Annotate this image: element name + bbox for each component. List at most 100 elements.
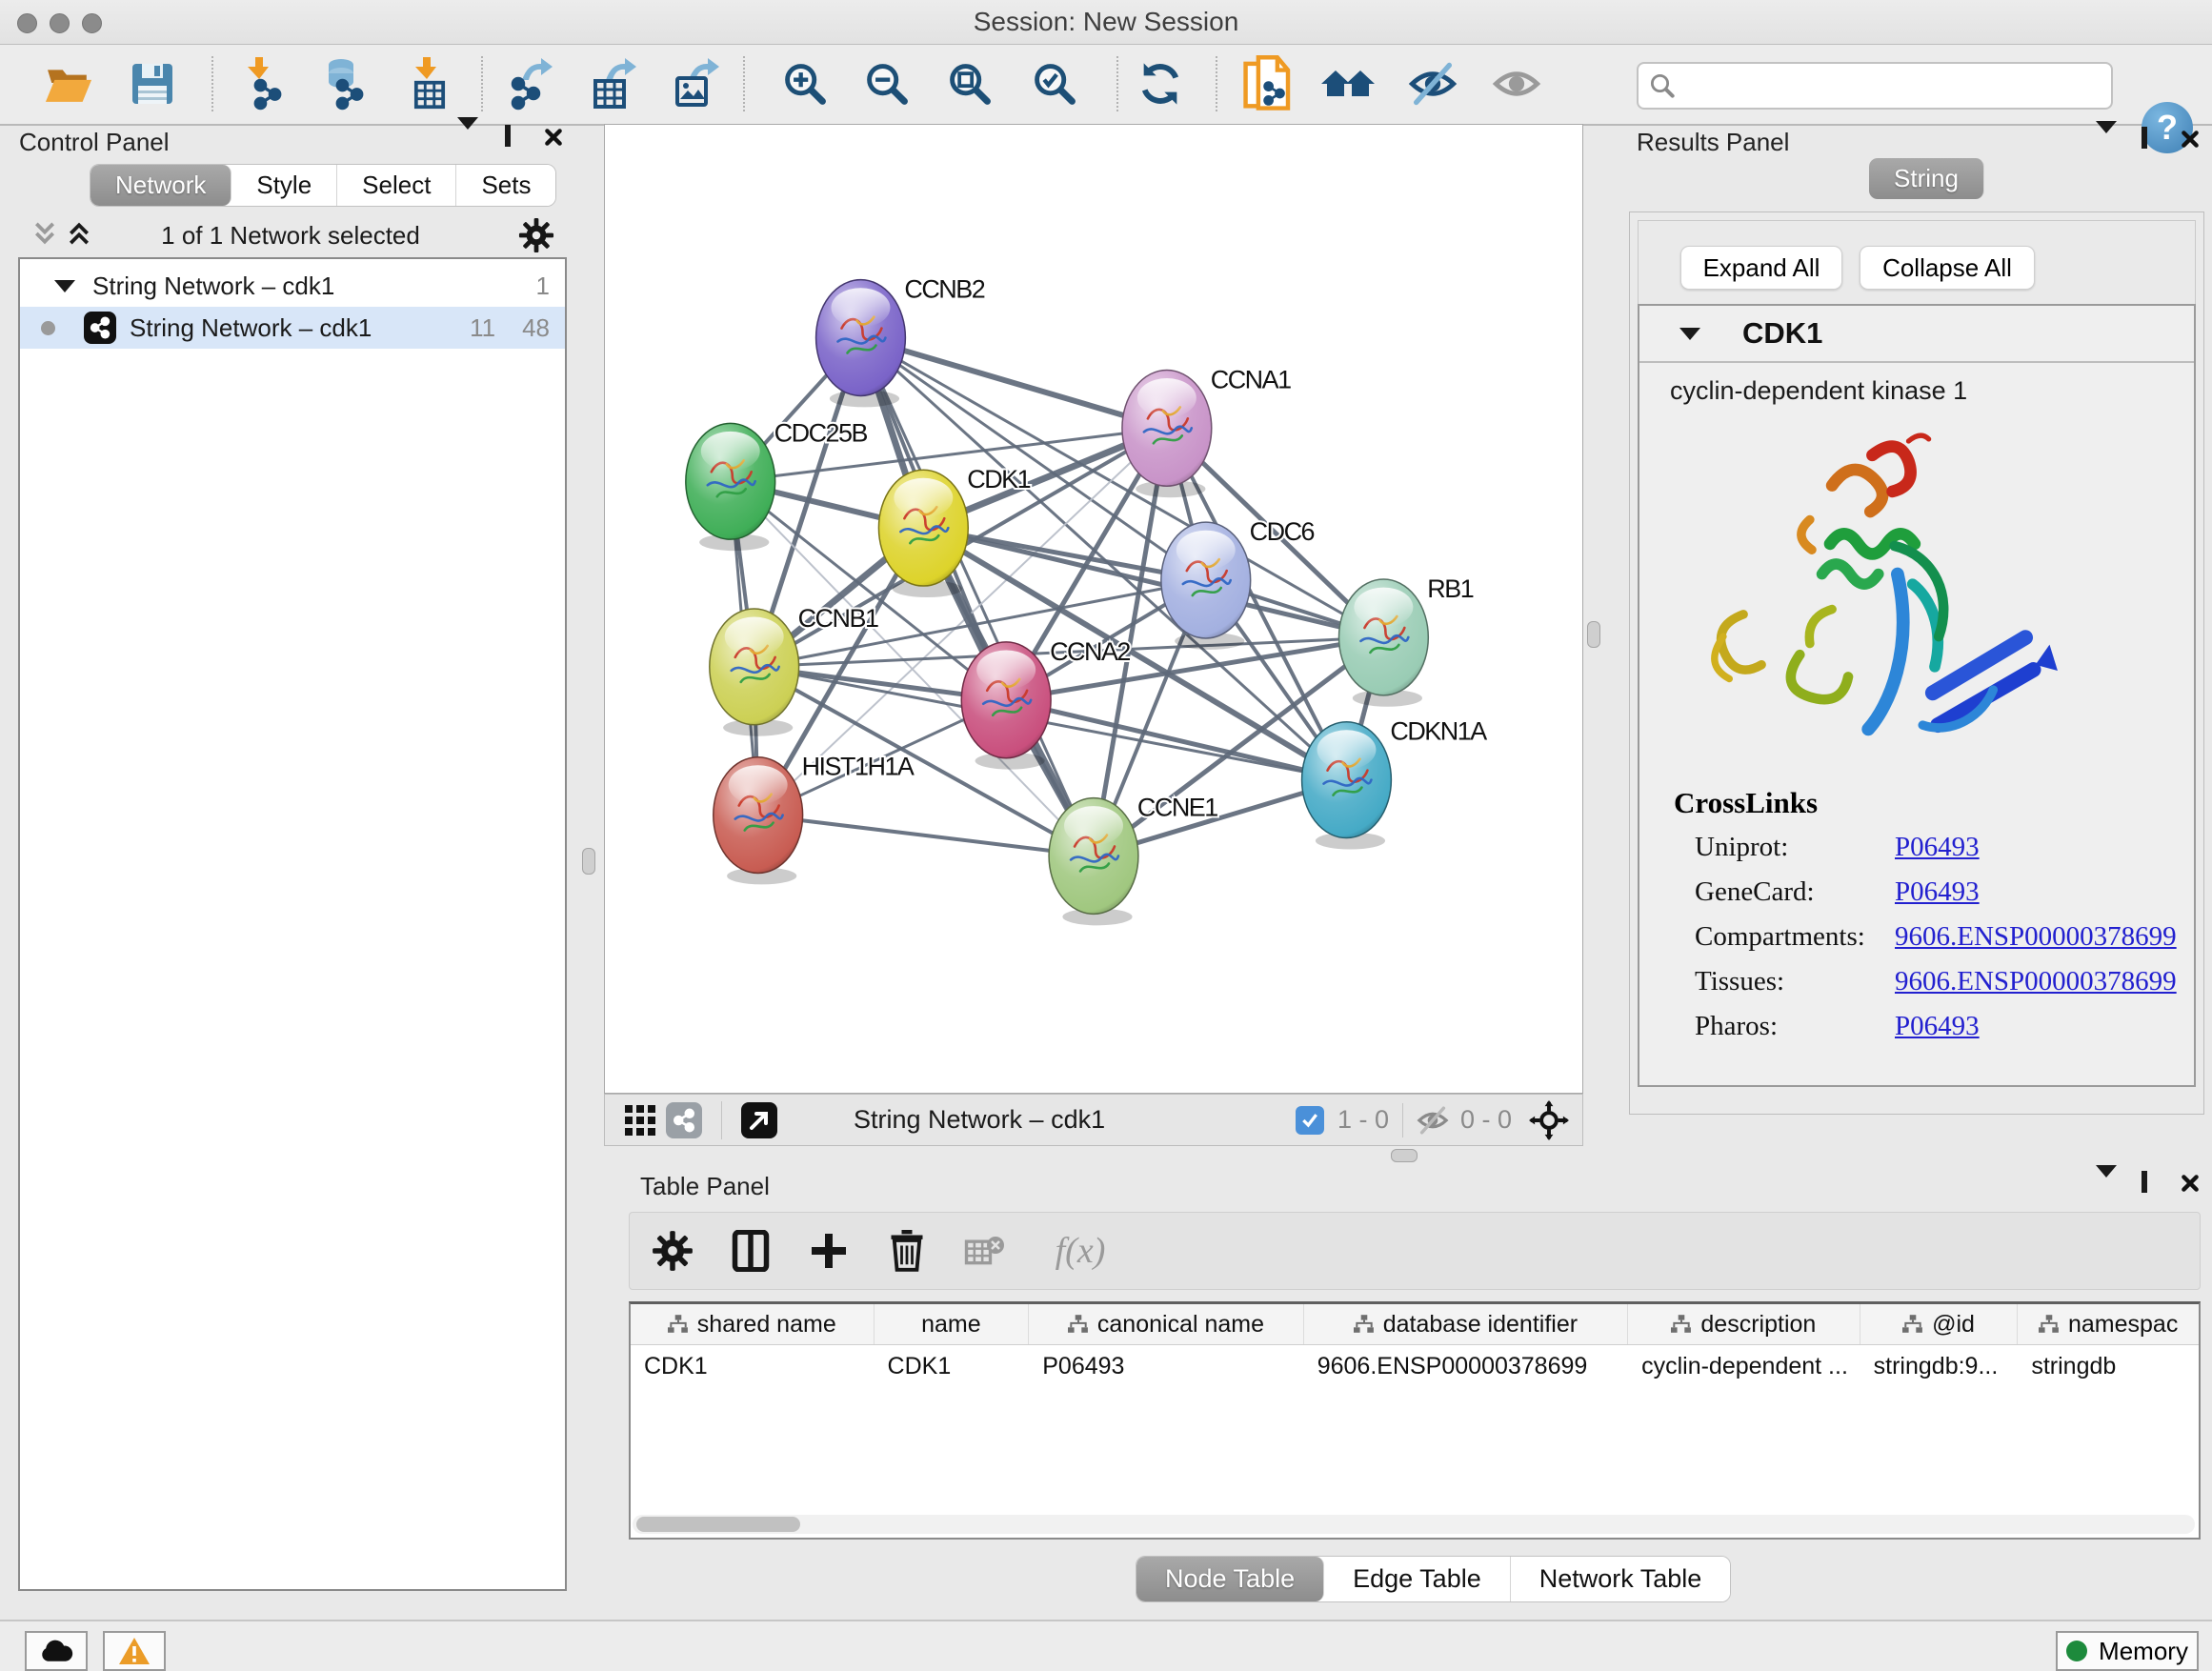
clone-network-button[interactable]: [1240, 52, 1297, 115]
network-style-button[interactable]: [662, 1098, 706, 1142]
column-type-icon: [668, 1315, 689, 1334]
tab-network-table[interactable]: Network Table: [1511, 1557, 1731, 1601]
open-session-button[interactable]: [40, 52, 97, 115]
crosslink-label: GeneCard:: [1695, 876, 1895, 908]
scrollbar-thumb[interactable]: [636, 1517, 800, 1532]
tab-node-table[interactable]: Node Table: [1136, 1557, 1324, 1601]
tab-sets[interactable]: Sets: [456, 165, 555, 206]
expand-all-button[interactable]: Expand All: [1680, 246, 1842, 290]
network-node-CDC6[interactable]: [1161, 522, 1251, 650]
control-panel-close-button[interactable]: [537, 124, 570, 151]
results-panel-float-button[interactable]: [2142, 130, 2147, 147]
export-image-button[interactable]: [668, 52, 725, 115]
add-column-button[interactable]: [803, 1225, 855, 1277]
collapse-all-networks-button[interactable]: [32, 221, 57, 251]
network-collection-row[interactable]: String Network – cdk1 1: [20, 265, 565, 307]
network-canvas[interactable]: CCNB2CCNA1CDC25BCDK1CDC6RB1CCNB1CCNA2CDK…: [604, 124, 1583, 1094]
delete-table-button-disabled: [959, 1225, 1011, 1277]
zoom-out-button[interactable]: [858, 52, 915, 115]
network-node-CDKN1A[interactable]: [1302, 722, 1392, 850]
grid-view-button[interactable]: [618, 1098, 662, 1142]
left-splitter-handle[interactable]: [582, 848, 595, 875]
results-panel-close-button[interactable]: [2174, 126, 2206, 152]
export-table-button[interactable]: [585, 52, 642, 115]
crosslinks-section: CrossLinks Uniprot: P06493 GeneCard: P06…: [1639, 786, 2194, 1042]
birds-eye-crosshair-button[interactable]: [1529, 1100, 1569, 1140]
table-panel-float-button[interactable]: [2142, 1174, 2147, 1191]
tab-string[interactable]: String: [1869, 158, 1984, 199]
table-row[interactable]: CDK1 CDK1 P06493 9606.ENSP00000378699 cy…: [631, 1345, 2199, 1387]
genecard-link[interactable]: P06493: [1895, 876, 2194, 908]
warnings-button[interactable]: [103, 1631, 166, 1671]
column-header-database-identifier[interactable]: database identifier: [1304, 1304, 1628, 1344]
collection-expand-triangle[interactable]: [54, 280, 75, 292]
cytoscape-home-button[interactable]: [1320, 52, 1377, 115]
table-panel-collapse-button[interactable]: [2096, 1178, 2117, 1195]
tab-network[interactable]: Network: [90, 165, 231, 206]
tissues-link[interactable]: 9606.ENSP00000378699: [1895, 966, 2194, 997]
column-header-id[interactable]: @id: [1860, 1304, 2019, 1344]
hidden-eye-slash-icon[interactable]: [1417, 1104, 1449, 1137]
fit-content-button[interactable]: [941, 52, 998, 115]
gear-icon: [518, 217, 554, 253]
column-header-description[interactable]: description: [1628, 1304, 1860, 1344]
network-graph[interactable]: CCNB2CCNA1CDC25BCDK1CDC6RB1CCNB1CCNA2CDK…: [605, 125, 1582, 1093]
zoom-in-button[interactable]: [776, 52, 834, 115]
memory-button[interactable]: Memory: [2056, 1631, 2199, 1671]
network-row[interactable]: String Network – cdk1 11 48: [20, 307, 565, 349]
zoom-selected-button[interactable]: [1026, 52, 1083, 115]
column-header-namespace[interactable]: namespac: [2018, 1304, 2199, 1344]
tab-edge-table[interactable]: Edge Table: [1324, 1557, 1511, 1601]
plus-icon: [810, 1232, 848, 1270]
network-node-RB1[interactable]: [1338, 579, 1428, 707]
import-network-file-button[interactable]: [236, 52, 293, 115]
selected-checkbox-icon[interactable]: [1296, 1106, 1324, 1135]
network-edge-HIST1H1A-CCNE1[interactable]: [758, 815, 1094, 856]
gene-entry-box: CDK1 cyclin-dependent kinase 1: [1638, 304, 2196, 1087]
export-network-button[interactable]: [503, 52, 560, 115]
right-splitter-handle[interactable]: [1587, 621, 1600, 648]
collapse-all-button[interactable]: Collapse All: [1860, 246, 2035, 290]
expand-all-networks-button[interactable]: [67, 221, 91, 251]
hide-selected-button[interactable]: [1404, 52, 1461, 115]
delete-column-button[interactable]: [881, 1225, 933, 1277]
network-node-CCNB2[interactable]: [816, 280, 906, 408]
pharos-link[interactable]: P06493: [1895, 1011, 2194, 1042]
network-node-CDC25B[interactable]: [686, 423, 775, 551]
selected-counts: 1 - 0: [1337, 1105, 1389, 1135]
gene-entry-header[interactable]: CDK1: [1639, 306, 2194, 363]
control-panel-float-button[interactable]: [505, 128, 511, 145]
table-panel-close-button[interactable]: [2174, 1170, 2206, 1197]
table-settings-gear-button[interactable]: [647, 1225, 698, 1277]
horizontal-splitter-handle[interactable]: [1391, 1149, 1418, 1162]
import-network-database-button[interactable]: [316, 52, 373, 115]
search-input[interactable]: [1686, 71, 2111, 100]
save-floppy-icon: [130, 61, 175, 107]
import-table-button[interactable]: [400, 52, 457, 115]
uniprot-link[interactable]: P06493: [1895, 832, 2194, 863]
network-node-CCNE1[interactable]: [1049, 798, 1138, 926]
network-options-gear-button[interactable]: [518, 217, 554, 258]
entry-collapse-triangle[interactable]: [1679, 328, 1700, 340]
show-all-button[interactable]: [1488, 52, 1545, 115]
column-header-canonical-name[interactable]: canonical name: [1029, 1304, 1303, 1344]
network-node-label-CDC25B: CDC25B: [774, 418, 868, 447]
results-panel-collapse-button[interactable]: [2096, 133, 2117, 151]
save-session-button[interactable]: [124, 52, 181, 115]
cell-canonical-name: P06493: [1029, 1345, 1303, 1387]
string-network-icon: [84, 312, 116, 344]
detach-view-button[interactable]: [737, 1098, 781, 1142]
update-network-button[interactable]: [1132, 52, 1189, 115]
column-header-shared-name[interactable]: shared name: [631, 1304, 875, 1344]
network-edge-CCNB2-CCNA1[interactable]: [860, 338, 1166, 429]
compartments-link[interactable]: 9606.ENSP00000378699: [1895, 921, 2194, 953]
column-header-name[interactable]: name: [875, 1304, 1030, 1344]
network-edge-CCNA2-CDKN1A[interactable]: [1006, 700, 1346, 780]
cloud-status-button[interactable]: [25, 1631, 88, 1671]
tab-select[interactable]: Select: [337, 165, 456, 206]
network-node-HIST1H1A[interactable]: [714, 757, 803, 885]
network-node-CCNB1[interactable]: [710, 609, 799, 736]
control-panel-collapse-button[interactable]: [457, 130, 478, 147]
tab-style[interactable]: Style: [231, 165, 337, 206]
show-columns-button[interactable]: [725, 1225, 776, 1277]
